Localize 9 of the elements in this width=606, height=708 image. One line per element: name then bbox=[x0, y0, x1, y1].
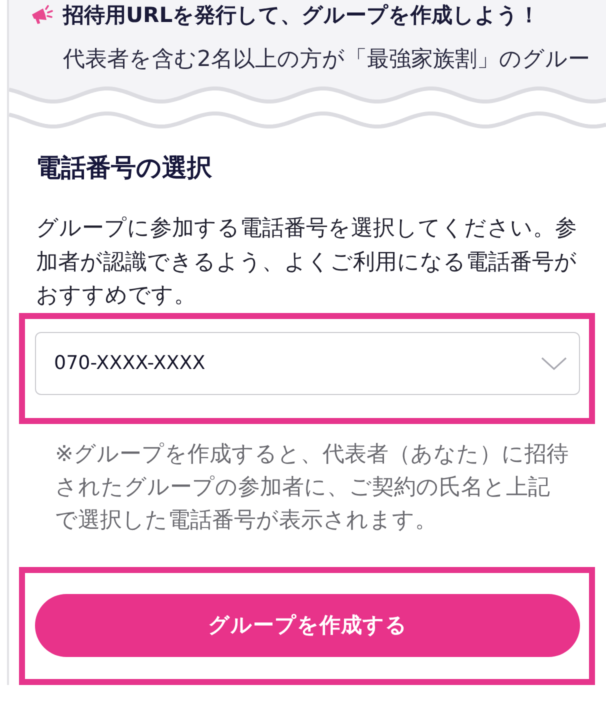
megaphone-icon bbox=[31, 5, 53, 25]
description-text: グループに参加する電話番号を選択してください。参加者が認識できるよう、よくご利用になる電話番号がおすすめです。 bbox=[36, 215, 578, 310]
intro-text: 代表者を含む2名以上の方が「最強家族割」のグルー bbox=[63, 46, 591, 74]
section-title: 電話番号の選択 bbox=[36, 153, 213, 183]
create-group-button[interactable]: グループを作成する bbox=[35, 594, 580, 656]
intro-title: 招待用URLを発行して、グループを作成しよう！ bbox=[63, 2, 540, 29]
note-text: ※グループを作成すると、代表者（あなた）に招待されたグループの参加者に、ご契約の氏名と上記で選択した電話番号が表示されます。 bbox=[55, 440, 570, 534]
chevron-down-icon bbox=[541, 356, 567, 370]
phone-select[interactable]: 070-XXXX-XXXX bbox=[35, 332, 580, 394]
